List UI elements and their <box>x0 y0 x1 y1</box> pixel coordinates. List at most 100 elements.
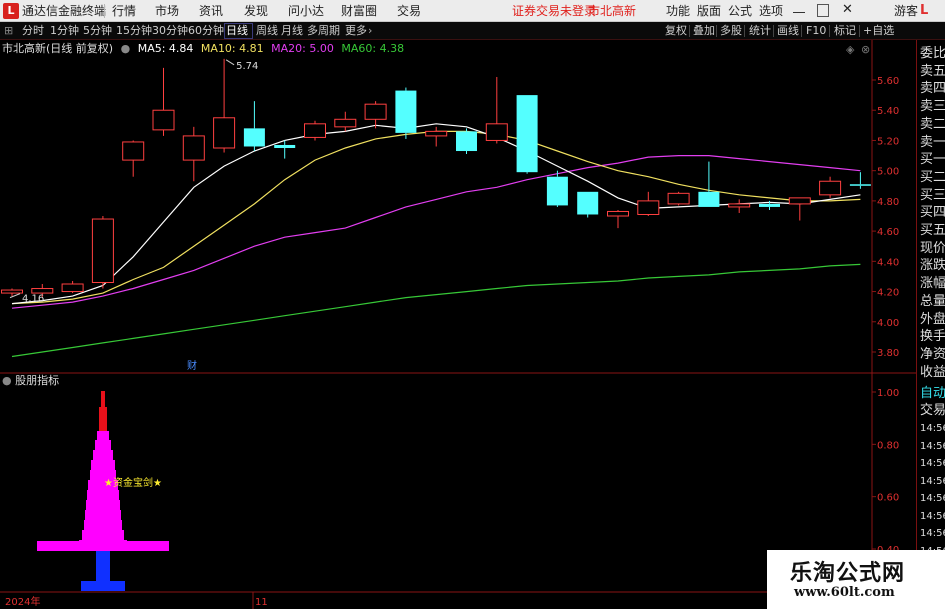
sword-guard <box>37 541 169 551</box>
quote-field-label: 外盘 <box>920 311 945 327</box>
quote-field-label: 买五 <box>920 223 945 238</box>
candle-body-up <box>728 203 751 208</box>
menu-shichang[interactable]: 市场 <box>155 3 179 19</box>
menu-jiaoyi[interactable]: 交易 <box>397 3 421 19</box>
menu-gongneng[interactable]: 功能 <box>666 3 690 19</box>
period-60min[interactable]: 60分钟 <box>188 24 224 38</box>
candle-body-down <box>698 191 720 207</box>
sword-tip <box>101 391 105 407</box>
divider <box>744 25 745 37</box>
divider <box>859 25 860 37</box>
period-toolbar: ⊞ 分时 1分钟 5分钟 15分钟 30分钟 60分钟 日线 周线 月线 多周期… <box>0 22 945 40</box>
grid-icon[interactable]: ⊞ <box>4 24 13 38</box>
divider <box>689 25 690 37</box>
candle-body-down <box>759 203 780 207</box>
options-icon: ◈ <box>846 43 855 56</box>
kline-chart[interactable]: 5.60 5.40 5.20 5.00 4.80 4.60 4.40 4.20 4.00 3.80… <box>0 40 916 609</box>
y-tick-label: 4.40 <box>877 257 899 268</box>
candle-body-up <box>607 210 629 217</box>
tool-biaoji[interactable]: 标记 <box>834 24 856 38</box>
sword-blade <box>86 500 120 511</box>
candle-body-up <box>788 197 811 205</box>
tool-diejia[interactable]: 叠加 <box>693 24 715 38</box>
watermark-title: 乐淘公式网 <box>790 560 906 586</box>
period-fenshi[interactable]: 分时 <box>22 24 44 38</box>
period-monthly[interactable]: 月线 <box>281 24 303 38</box>
divider <box>104 4 105 18</box>
candle-body-down <box>546 176 568 206</box>
ma20-line <box>11 154 861 309</box>
minimize-icon[interactable] <box>793 4 805 13</box>
ma60-line <box>11 263 861 358</box>
candle-body-up <box>1 289 23 294</box>
period-multi[interactable]: 多周期 <box>307 24 340 38</box>
candle-body-up <box>637 200 660 215</box>
add-watchlist-button[interactable]: +自选 <box>863 24 894 38</box>
close-icon[interactable]: ✕ <box>842 2 853 18</box>
menu-banmian[interactable]: 版面 <box>697 3 721 19</box>
candle-body-up <box>31 288 54 294</box>
tool-f10[interactable]: F10 <box>806 24 826 38</box>
y-tick-label: 5.20 <box>877 136 899 147</box>
quote-field-label: 买三 <box>920 187 945 203</box>
menu-zixun[interactable]: 资讯 <box>199 3 223 19</box>
sword-pommel <box>81 581 125 591</box>
menu-hangqing[interactable]: 行情 <box>112 3 136 19</box>
login-status[interactable]: 证券交易未登录 <box>512 3 596 19</box>
quote-field-label: 总量 <box>920 293 945 309</box>
quote-field-label: 卖四 <box>920 81 945 97</box>
candle-body-up <box>425 130 448 137</box>
tool-duogu[interactable]: 多股 <box>720 24 742 38</box>
period-daily[interactable]: 日线 <box>226 24 248 38</box>
tool-huaxian[interactable]: 画线 <box>777 24 799 38</box>
menu-caifuquan[interactable]: 财富圈 <box>341 3 377 19</box>
quote-field-label: 买二 <box>920 169 945 185</box>
maximize-icon[interactable] <box>817 4 829 17</box>
ma5-label: MA5: 4.84 <box>137 42 194 55</box>
y-tick-label: 5.60 <box>877 76 899 87</box>
menu-wenxiaoda[interactable]: 问小达 <box>288 3 324 19</box>
tool-fuquan[interactable]: 复权 <box>665 24 687 38</box>
quote-field-label: 收益 <box>920 364 945 380</box>
candle-body-down <box>395 90 417 133</box>
chevron-right-icon[interactable]: › <box>368 24 372 38</box>
period-5min[interactable]: 5分钟 <box>83 24 112 38</box>
y-tick-label: 4.00 <box>877 318 899 329</box>
period-more[interactable]: 更多 <box>345 24 367 38</box>
period-weekly[interactable]: 周线 <box>256 24 278 38</box>
tool-tongji[interactable]: 统计 <box>749 24 771 38</box>
candle-body-down <box>274 144 296 148</box>
candle-body-up <box>61 283 84 293</box>
candle-body-up <box>819 180 842 196</box>
ma20-label: MA20: 5.00 <box>271 42 334 55</box>
guest-label[interactable]: 游客 <box>894 3 918 19</box>
quote-field-label: 现价 <box>920 240 945 256</box>
divider <box>801 25 802 37</box>
trade-time: 14:56 <box>920 493 945 504</box>
period-1min[interactable]: 1分钟 <box>50 24 79 38</box>
menu-faxian[interactable]: 发现 <box>244 3 268 19</box>
period-30min[interactable]: 30分钟 <box>152 24 188 38</box>
sword-blade <box>95 440 111 451</box>
stock-label: 市北高新(日线 前复权) <box>2 42 114 55</box>
divider <box>716 25 717 37</box>
menu-gongshi[interactable]: 公式 <box>728 3 752 19</box>
watermark: 乐淘公式网 www.60lt.com <box>767 550 945 609</box>
candle-body-up <box>213 117 236 149</box>
divider <box>773 25 774 37</box>
trade-time: 14:56 <box>920 510 945 522</box>
settings-dot-icon[interactable]: ● <box>2 374 12 387</box>
title-bar: L 通达信金融终端 行情 市场 资讯 发现 问小达 财富圈 交易 证券交易未登录… <box>0 0 945 22</box>
panel-header: L <box>920 3 929 18</box>
candle-body-up <box>667 192 690 205</box>
trade-time: 14:56 <box>920 458 945 469</box>
year-label: 2024年 <box>5 595 40 608</box>
settings-dot-icon[interactable]: ● <box>121 42 131 55</box>
ma10-label: MA10: 4.81 <box>200 42 264 55</box>
quote-field-label: 涨幅 <box>920 276 945 292</box>
indicator-name: 股朋指标 <box>15 374 60 387</box>
period-15min[interactable]: 15分钟 <box>116 24 152 38</box>
menu-xuanxiang[interactable]: 选项 <box>759 3 783 19</box>
high-price-label: 5.74 <box>236 61 258 72</box>
y-tick-label: 4.80 <box>877 197 899 208</box>
